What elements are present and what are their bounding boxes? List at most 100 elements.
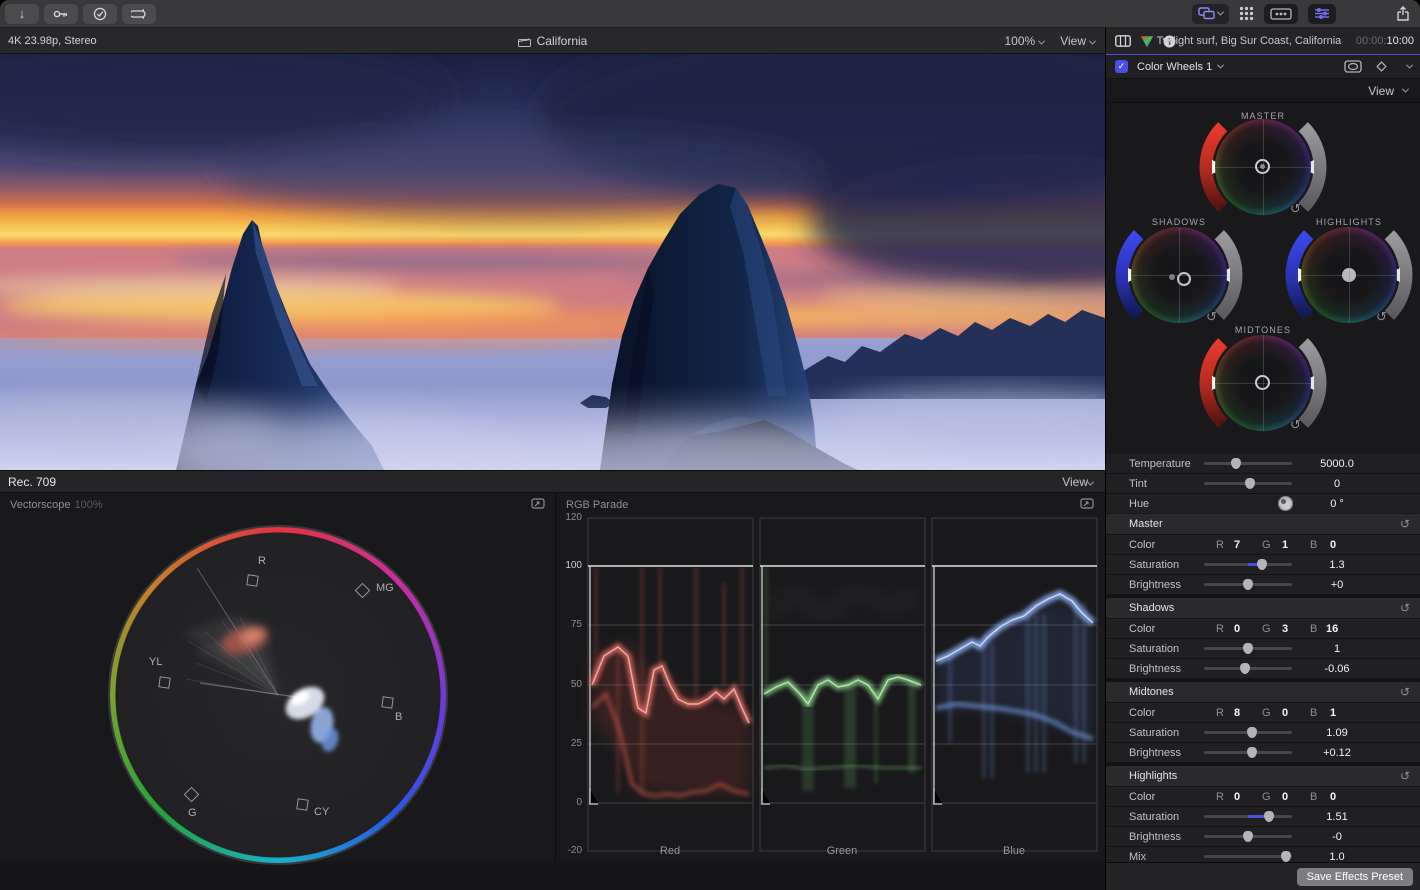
global-adjustments: Temperature 5000.0 Tint 0 Hue 0 ° xyxy=(1106,454,1420,513)
video-scopes: Vectorscope100% xyxy=(0,493,1105,862)
master-color-row: Color R7 G1 B0 xyxy=(1106,535,1420,554)
midtones-color-wheel[interactable]: ↺ xyxy=(1188,323,1338,453)
vectorscope-panel: Vectorscope100% xyxy=(0,493,556,862)
vectorscope-target-yellow xyxy=(158,676,170,688)
share-button[interactable] xyxy=(1396,6,1410,22)
timeline-index-button[interactable] xyxy=(1264,4,1298,24)
midtones-brightness-row: Brightness +0.12 xyxy=(1106,743,1420,762)
save-effects-preset-button[interactable]: Save Effects Preset xyxy=(1297,868,1413,886)
inspector-toggle-button[interactable] xyxy=(1308,4,1336,24)
vectorscope-trace xyxy=(0,493,556,862)
scopes-header-bar: Rec. 709 View xyxy=(0,470,1105,493)
viewer-header: 4K 23.98p, Stereo California 100% View xyxy=(0,28,1105,54)
colorspace-label: Rec. 709 xyxy=(8,475,56,489)
highlights-saturation-slider[interactable] xyxy=(1204,810,1292,823)
hue-row: Hue 0 ° xyxy=(1106,494,1420,513)
keyframe-diamond-icon[interactable] xyxy=(1376,61,1387,72)
vectorscope-label-r: R xyxy=(258,555,266,567)
hue-knob[interactable] xyxy=(1278,496,1293,511)
check-circle-icon xyxy=(93,7,107,21)
wheels-view-menu[interactable]: View xyxy=(1368,84,1394,98)
master-saturation-row: Saturation 1.3 xyxy=(1106,555,1420,574)
midtones-wheel-puck[interactable] xyxy=(1255,375,1270,390)
chevron-down-icon xyxy=(1087,478,1094,485)
midtones-saturation-slider[interactable] xyxy=(1204,726,1292,739)
vectorscope-label-yl: YL xyxy=(149,656,162,668)
fcpx-window: ↓ 4K 23.98p, Stereo xyxy=(0,0,1420,890)
temperature-value[interactable]: 5000.0 xyxy=(1301,458,1373,470)
background-tasks-button[interactable] xyxy=(83,4,117,24)
reset-icon[interactable]: ↺ xyxy=(1400,685,1410,699)
master-saturation-slider[interactable] xyxy=(1204,558,1292,571)
highlights-brightness-slider[interactable] xyxy=(1204,830,1292,843)
apps-grid-button[interactable] xyxy=(1239,6,1254,21)
inspector-sliders-icon xyxy=(1314,7,1330,20)
highlights-wheel-reset[interactable]: ↺ xyxy=(1376,309,1387,325)
shadows-brightness-slider[interactable] xyxy=(1204,662,1292,675)
parade-channel-blue: Blue xyxy=(934,845,1094,857)
tint-slider[interactable] xyxy=(1204,477,1292,490)
shadows-saturation-slider[interactable] xyxy=(1204,642,1292,655)
viewer-zoom-menu[interactable]: 100% xyxy=(1005,34,1045,48)
tint-label: Tint xyxy=(1129,478,1147,490)
section-master[interactable]: Master↺ xyxy=(1106,514,1420,534)
viewer-title: California xyxy=(0,34,1105,48)
shadows-wheel-puck[interactable] xyxy=(1177,272,1191,286)
midtones-brightness-slider[interactable] xyxy=(1204,746,1292,759)
wheel-value-sections: Master↺ Color R7 G1 B0 Saturation 1.3 Br… xyxy=(1106,514,1420,866)
video-inspector-tab[interactable] xyxy=(1115,35,1131,47)
highlights-color-row: Color R0 G0 B0 xyxy=(1106,787,1420,806)
section-highlights[interactable]: Highlights↺ xyxy=(1106,766,1420,786)
master-brightness-slider[interactable] xyxy=(1204,578,1292,591)
temperature-slider[interactable] xyxy=(1204,457,1292,470)
chevron-down-icon xyxy=(1038,37,1045,44)
viewer-canvas[interactable] xyxy=(0,54,1105,470)
key-icon xyxy=(53,9,69,19)
vectorscope-label-cy: CY xyxy=(314,806,329,818)
vectorscope-label-mg: MG xyxy=(376,582,394,594)
shadows-wheel-dot xyxy=(1169,274,1175,280)
section-shadows[interactable]: Shadows↺ xyxy=(1106,598,1420,618)
master-wheel-puck[interactable] xyxy=(1255,159,1270,174)
vectorscope-target-blue xyxy=(381,696,393,708)
viewer-view-menu[interactable]: View xyxy=(1060,34,1095,48)
section-midtones[interactable]: Midtones↺ xyxy=(1106,682,1420,702)
highlights-saturation-row: Saturation 1.51 xyxy=(1106,807,1420,826)
effect-row-color-wheels[interactable]: ✓ Color Wheels 1 xyxy=(1106,55,1420,79)
vectorscope-target-red xyxy=(246,574,258,586)
keywords-button[interactable] xyxy=(44,4,78,24)
parade-plot xyxy=(556,493,1104,862)
tint-row: Tint 0 xyxy=(1106,474,1420,493)
hue-value[interactable]: 0 ° xyxy=(1301,498,1373,510)
chevron-down-icon[interactable] xyxy=(1406,62,1413,69)
effect-enable-checkbox[interactable]: ✓ xyxy=(1115,60,1128,73)
temperature-label: Temperature xyxy=(1129,458,1191,470)
wheels-view-row: View xyxy=(1106,79,1420,103)
highlights-wheel-puck[interactable] xyxy=(1342,268,1356,282)
video-frame-image xyxy=(0,54,1105,470)
clip-tools-button[interactable] xyxy=(122,4,156,24)
color-wheels-area: MASTER SHADOWS HIGHLIGHTS MIDTONES ↺ xyxy=(1106,103,1420,454)
inspector-footer: Save Effects Preset xyxy=(1106,862,1420,890)
parade-channel-green: Green xyxy=(762,845,922,857)
color-inspector-tab[interactable] xyxy=(1140,35,1154,48)
tint-value[interactable]: 0 xyxy=(1301,478,1373,490)
color-mask-icon[interactable] xyxy=(1344,60,1362,73)
reset-icon[interactable]: ↺ xyxy=(1400,601,1410,615)
chevron-down-icon xyxy=(1402,86,1409,93)
main-toolbar: ↓ xyxy=(0,0,1420,28)
import-media-button[interactable]: ↓ xyxy=(5,4,39,24)
reset-icon[interactable]: ↺ xyxy=(1400,769,1410,783)
vectorscope-label-b: B xyxy=(395,711,402,723)
midtones-wheel-reset[interactable]: ↺ xyxy=(1290,417,1301,433)
viewer-and-scopes: 4K 23.98p, Stereo California 100% View xyxy=(0,28,1105,890)
effect-name: Color Wheels 1 xyxy=(1137,61,1212,73)
shadows-color-row: Color R0 G3 B16 xyxy=(1106,619,1420,638)
reset-icon[interactable]: ↺ xyxy=(1400,517,1410,531)
browser-toggle-icon xyxy=(1198,7,1216,20)
scopes-view-menu[interactable]: View xyxy=(1062,475,1093,489)
shadows-saturation-row: Saturation 1 xyxy=(1106,639,1420,658)
chevron-down-icon xyxy=(1217,9,1224,16)
clip-icon xyxy=(131,8,147,20)
browser-toggle-button[interactable] xyxy=(1192,4,1229,24)
